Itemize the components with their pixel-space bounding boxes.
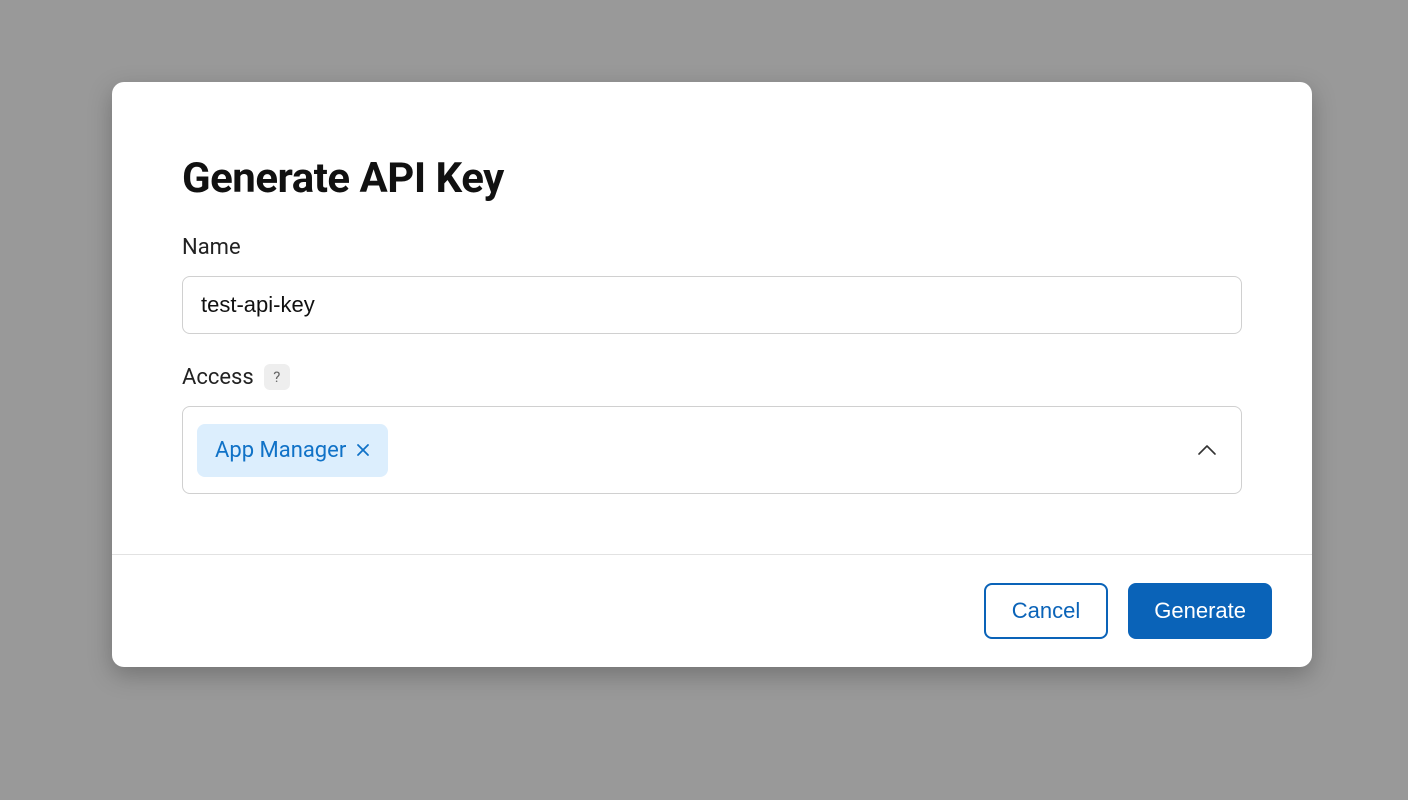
- modal-title: Generate API Key: [182, 154, 1242, 203]
- help-icon[interactable]: ?: [264, 364, 290, 390]
- modal-footer: Cancel Generate: [112, 554, 1312, 667]
- name-label-text: Name: [182, 235, 241, 260]
- access-select[interactable]: App Manager: [182, 406, 1242, 494]
- access-label: Access ?: [182, 364, 1242, 390]
- generate-api-key-modal: Generate API Key Name Access ? App Manag…: [112, 82, 1312, 667]
- remove-chip-icon[interactable]: [356, 443, 370, 457]
- name-label: Name: [182, 235, 1242, 260]
- access-chip-label: App Manager: [215, 438, 346, 463]
- generate-button[interactable]: Generate: [1128, 583, 1272, 639]
- access-label-text: Access: [182, 365, 254, 390]
- modal-body: Generate API Key Name Access ? App Manag…: [112, 82, 1312, 554]
- cancel-button[interactable]: Cancel: [984, 583, 1108, 639]
- access-chip-app-manager: App Manager: [197, 424, 388, 477]
- access-chips: App Manager: [197, 424, 388, 477]
- chevron-up-icon: [1197, 444, 1217, 456]
- name-input[interactable]: [182, 276, 1242, 334]
